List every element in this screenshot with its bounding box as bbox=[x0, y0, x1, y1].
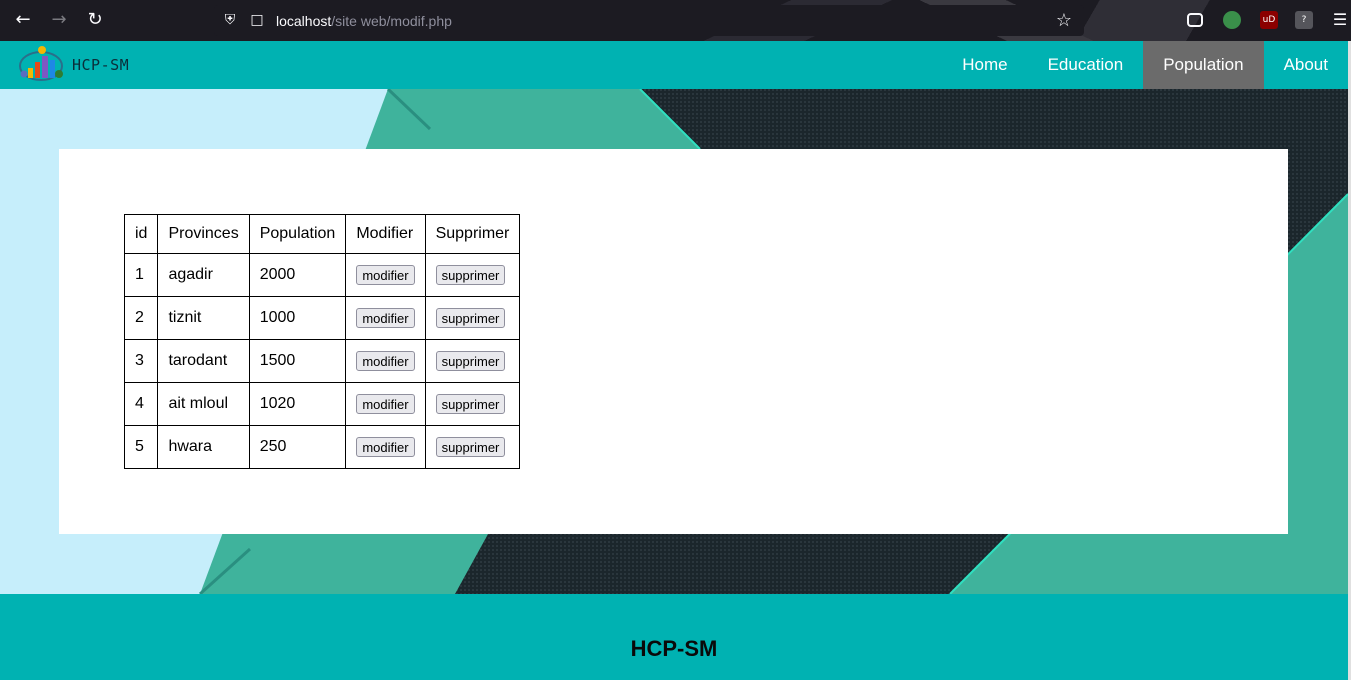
modifier-button[interactable]: modifier bbox=[356, 265, 415, 285]
address-bar[interactable]: ⛨ □ localhost/site web/modif.php ☆ bbox=[214, 5, 1084, 36]
header-modifier: Modifier bbox=[345, 214, 426, 254]
url-text[interactable]: localhost/site web/modif.php bbox=[276, 13, 452, 29]
site-header: HCP-SM Home Education Population About bbox=[0, 41, 1348, 89]
page-icon: □ bbox=[250, 12, 264, 28]
nav-population[interactable]: Population bbox=[1143, 41, 1264, 89]
header-population: Population bbox=[248, 214, 347, 254]
cell-population: 250 bbox=[248, 425, 347, 469]
supprimer-button[interactable]: supprimer bbox=[435, 437, 506, 457]
supprimer-button[interactable]: supprimer bbox=[435, 265, 506, 285]
footer-title: HCP-SM bbox=[630, 636, 718, 661]
star-icon[interactable]: ☆ bbox=[1056, 10, 1072, 31]
table-row: 2 tiznit 1000 modifier supprimer bbox=[123, 296, 521, 340]
site-footer: HCP-SM bbox=[0, 594, 1348, 680]
header-id: id bbox=[123, 214, 159, 254]
cell-supprimer: supprimer bbox=[424, 382, 521, 426]
nav-home[interactable]: Home bbox=[942, 41, 1027, 89]
nav-about[interactable]: About bbox=[1264, 41, 1348, 89]
url-host: localhost bbox=[276, 13, 332, 29]
cell-id: 1 bbox=[123, 253, 159, 297]
cell-modifier: modifier bbox=[345, 425, 426, 469]
cell-province: ait mloul bbox=[157, 382, 250, 426]
cell-id: 3 bbox=[123, 339, 159, 383]
cell-supprimer: supprimer bbox=[424, 253, 521, 297]
url-path: /site web/modif.php bbox=[331, 13, 452, 29]
cell-modifier: modifier bbox=[345, 253, 426, 297]
reload-icon[interactable]: ↻ bbox=[84, 9, 106, 31]
logo-text[interactable]: HCP-SM bbox=[72, 56, 129, 74]
modifier-button[interactable]: modifier bbox=[356, 308, 415, 328]
cell-supprimer: supprimer bbox=[424, 296, 521, 340]
shield-icon[interactable]: ⛨ bbox=[222, 12, 238, 28]
table-row: 5 hwara 250 modifier supprimer bbox=[123, 425, 521, 469]
header-supprimer: Supprimer bbox=[424, 214, 521, 254]
shield-extension-icon[interactable]: ? bbox=[1295, 11, 1313, 29]
table-row: 4 ait mloul 1020 modifier supprimer bbox=[123, 382, 521, 426]
supprimer-button[interactable]: supprimer bbox=[435, 351, 506, 371]
cell-id: 4 bbox=[123, 382, 159, 426]
cell-province: tarodant bbox=[157, 339, 250, 383]
logo-icon[interactable] bbox=[18, 44, 66, 84]
modifier-button[interactable]: modifier bbox=[356, 351, 415, 371]
forward-arrow-icon[interactable]: → bbox=[48, 9, 70, 31]
cell-province: agadir bbox=[157, 253, 250, 297]
hamburger-menu-icon[interactable]: ☰ bbox=[1329, 9, 1351, 31]
cell-province: hwara bbox=[157, 425, 250, 469]
cell-modifier: modifier bbox=[345, 339, 426, 383]
modifier-button[interactable]: modifier bbox=[356, 437, 415, 457]
header-provinces: Provinces bbox=[157, 214, 250, 254]
table-row: 3 tarodant 1500 modifier supprimer bbox=[123, 339, 521, 383]
cell-population: 1020 bbox=[248, 382, 347, 426]
browser-toolbar: ← → ↻ ⛨ □ localhost/site web/modif.php ☆… bbox=[0, 0, 1351, 41]
nav-education[interactable]: Education bbox=[1028, 41, 1144, 89]
provinces-table: id Provinces Population Modifier Supprim… bbox=[123, 214, 521, 469]
cell-modifier: modifier bbox=[345, 296, 426, 340]
globe-extension-icon[interactable] bbox=[1223, 11, 1241, 29]
cell-province: tiznit bbox=[157, 296, 250, 340]
cell-id: 5 bbox=[123, 425, 159, 469]
content-card: id Provinces Population Modifier Supprim… bbox=[59, 149, 1288, 534]
cell-population: 2000 bbox=[248, 253, 347, 297]
main-nav: Home Education Population About bbox=[942, 41, 1348, 89]
supprimer-button[interactable]: supprimer bbox=[435, 308, 506, 328]
cell-population: 1000 bbox=[248, 296, 347, 340]
modifier-button[interactable]: modifier bbox=[356, 394, 415, 414]
supprimer-button[interactable]: supprimer bbox=[435, 394, 506, 414]
table-row: 1 agadir 2000 modifier supprimer bbox=[123, 253, 521, 297]
table-header-row: id Provinces Population Modifier Supprim… bbox=[123, 214, 521, 254]
ublock-icon[interactable]: uD bbox=[1260, 11, 1278, 29]
cell-modifier: modifier bbox=[345, 382, 426, 426]
cell-id: 2 bbox=[123, 296, 159, 340]
cell-supprimer: supprimer bbox=[424, 339, 521, 383]
back-arrow-icon[interactable]: ← bbox=[12, 9, 34, 31]
pocket-icon[interactable] bbox=[1187, 13, 1203, 27]
cell-supprimer: supprimer bbox=[424, 425, 521, 469]
cell-population: 1500 bbox=[248, 339, 347, 383]
